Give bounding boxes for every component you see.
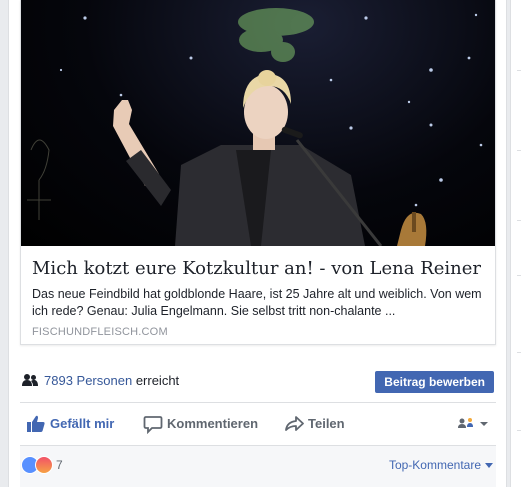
- reach-text: 7893 Personen erreicht: [44, 373, 179, 388]
- reaction-count[interactable]: 7: [56, 458, 63, 472]
- share-arrow-icon: [285, 416, 304, 431]
- reach-count-link[interactable]: 7893 Personen: [44, 373, 132, 388]
- comment-sort-dropdown[interactable]: Top-Kommentare: [389, 458, 493, 472]
- post-actions-bar: Gefällt mir Kommentieren Teilen: [20, 403, 496, 443]
- link-preview[interactable]: Mich kotzt eure Kotzkultur an! - von Len…: [20, 0, 496, 345]
- like-label: Gefällt mir: [50, 416, 115, 431]
- right-column-edge: [510, 0, 521, 487]
- reach-suffix: erreicht: [135, 373, 180, 388]
- share-label: Teilen: [308, 416, 345, 431]
- preview-photo[interactable]: [21, 0, 495, 246]
- angry-reaction-icon[interactable]: [35, 456, 53, 474]
- comment-label: Kommentieren: [167, 416, 259, 431]
- reactions-row: 7 Top-Kommentare: [20, 446, 496, 487]
- thumbs-up-icon: [27, 415, 45, 432]
- stage-performer-image: [27, 8, 483, 246]
- reach-row: 7893 Personen erreicht Beitrag bewerben: [20, 368, 496, 394]
- preview-domain: FISCHUNDFLEISCH.COM: [32, 326, 168, 338]
- preview-headline[interactable]: Mich kotzt eure Kotzkultur an! - von Len…: [32, 258, 482, 279]
- preview-description: Das neue Feindbild hat goldblonde Haare,…: [32, 287, 482, 318]
- comment-icon: [143, 416, 163, 434]
- chevron-down-icon: [485, 463, 493, 469]
- post-card: Mich kotzt eure Kotzkultur an! - von Len…: [8, 0, 507, 487]
- preview-text-area[interactable]: Mich kotzt eure Kotzkultur an! - von Len…: [21, 246, 495, 344]
- audience-selector[interactable]: [456, 416, 490, 432]
- comment-sort-label: Top-Kommentare: [388, 458, 481, 472]
- people-icon: [22, 374, 38, 386]
- audience-icon: [458, 418, 488, 428]
- boost-post-button[interactable]: Beitrag bewerben: [375, 371, 494, 393]
